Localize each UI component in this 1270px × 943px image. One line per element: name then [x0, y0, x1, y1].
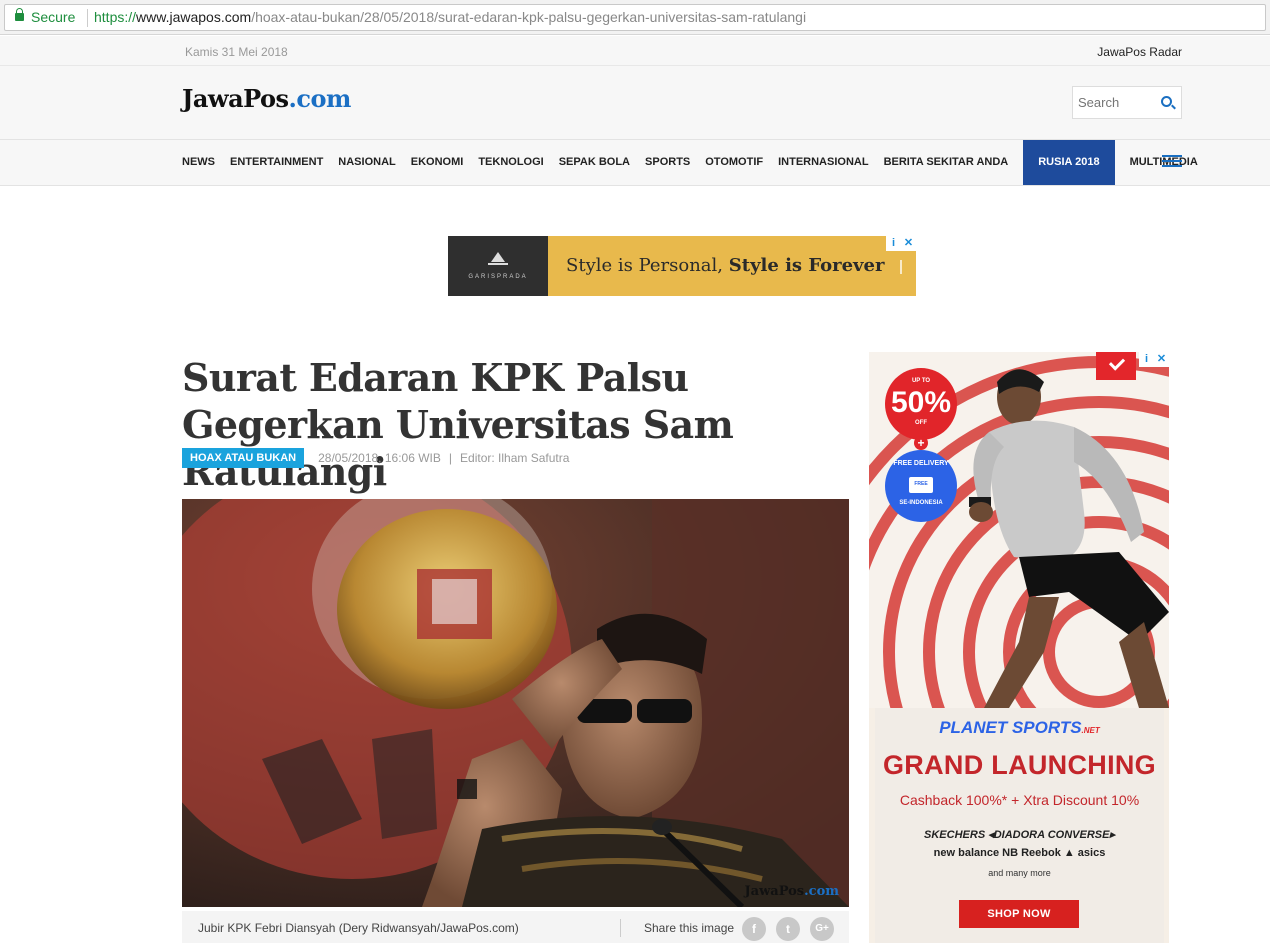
caption-divider [620, 919, 621, 937]
nav-item-entertainment[interactable]: ENTERTAINMENT [230, 140, 323, 185]
search-input[interactable] [1073, 87, 1153, 118]
category-tag[interactable]: HOAX ATAU BUKAN [182, 448, 305, 468]
nav-item-ekonomi[interactable]: EKONOMI [411, 140, 464, 185]
site-logo[interactable]: JawaPos.com [182, 84, 351, 113]
side-ad-info-icon[interactable]: i [1139, 352, 1154, 367]
main-nav: NEWS ENTERTAINMENT NASIONAL EKONOMI TEKN… [0, 140, 1270, 186]
article-datetime: 28/05/2018, 16:06 WIB [318, 451, 441, 465]
lock-icon [15, 8, 24, 21]
banner-ad[interactable]: GARISPRADA Style is Personal, Style is F… [448, 236, 916, 296]
article-photo[interactable]: JawaPos.com [182, 499, 849, 907]
article-photo-image [182, 499, 849, 907]
brand-logos-row-1: SKECHERS ◂DIADORA CONVERSE▸ [924, 829, 1115, 841]
photo-watermark-main: JawaPos [744, 884, 805, 899]
nav-list: NEWS ENTERTAINMENT NASIONAL EKONOMI TEKN… [182, 140, 1213, 185]
side-ad-close-icon[interactable]: ✕ [1154, 352, 1169, 367]
nav-item-otomotif[interactable]: OTOMOTIF [705, 140, 763, 185]
current-date: Kamis 31 Mei 2018 [185, 45, 288, 59]
free-delivery-text: FREE DELIVERY [893, 460, 949, 467]
browser-url-bar: Secure https://www.jawapos.com/hoax-atau… [0, 0, 1270, 35]
check-badge-icon [1096, 352, 1136, 380]
discount-badge: UP TO 50% OFF [885, 368, 957, 440]
share-label: Share this image [644, 921, 735, 935]
garisprada-logo-icon [488, 252, 508, 268]
banner-arrow-icon [900, 260, 910, 274]
ad-close-icon[interactable]: ✕ [901, 236, 916, 251]
banner-slogan: Style is Personal, Style is Forever [566, 255, 884, 276]
twitter-share-icon[interactable]: t [776, 917, 800, 941]
nav-item-sports[interactable]: SPORTS [645, 140, 690, 185]
planet-sports-logo: PLANET SPORTS.NET [875, 718, 1164, 738]
truck-label: FREE [914, 481, 928, 487]
banner-brand-block: GARISPRADA [448, 236, 548, 296]
logo-main: JawaPos [182, 84, 289, 113]
promo-subline: Cashback 100%* + Xtra Discount 10% [899, 792, 1140, 808]
side-ad-promo: PLANET SPORTS.NET GRAND LAUNCHING Cashba… [875, 708, 1164, 943]
ad-info-icon[interactable]: i [886, 236, 901, 251]
menu-icon[interactable] [1162, 155, 1182, 169]
search-box [1072, 86, 1182, 119]
planet-sports-logo-main: PLANET SPORTS [939, 718, 1082, 737]
banner-brand-name: GARISPRADA [468, 274, 528, 280]
nav-item-news[interactable]: NEWS [182, 140, 215, 185]
article-editor: Editor: Ilham Safutra [460, 451, 570, 465]
and-more-text: and many more [988, 868, 1051, 878]
photo-caption-bar: Jubir KPK Febri Diansyah (Dery Ridwansya… [182, 911, 849, 943]
url-host: www.jawapos.com [136, 9, 252, 25]
nav-item-nasional[interactable]: NASIONAL [338, 140, 395, 185]
nav-item-sepak-bola[interactable]: SEPAK BOLA [559, 140, 630, 185]
brand-logos-row-2: new balance NB Reebok ▲ asics [933, 847, 1106, 859]
top-strip: Kamis 31 Mei 2018 JawaPos Radar [0, 36, 1270, 66]
url-text[interactable]: https://www.jawapos.com/hoax-atau-bukan/… [94, 9, 806, 25]
nav-item-internasional[interactable]: INTERNASIONAL [778, 140, 868, 185]
banner-slogan-part1: Style is Personal, [566, 255, 729, 276]
article-meta: HOAX ATAU BUKAN 28/05/2018, 16:06 WIB | … [182, 448, 569, 468]
truck-icon: FREE [909, 477, 933, 493]
url-scheme: https:// [94, 9, 137, 25]
logo-suffix: .com [288, 84, 352, 113]
nav-item-berita-sekitar-anda[interactable]: BERITA SEKITAR ANDA [884, 140, 1009, 185]
search-icon[interactable] [1161, 96, 1172, 107]
radar-link[interactable]: JawaPos Radar [1097, 45, 1182, 59]
site-header: JawaPos.com [0, 66, 1270, 140]
article-title: Surat Edaran KPK Palsu Gegerkan Universi… [182, 355, 734, 494]
nav-item-teknologi[interactable]: TEKNOLOGI [478, 140, 543, 185]
meta-separator: | [448, 451, 453, 465]
photo-caption: Jubir KPK Febri Diansyah (Dery Ridwansya… [198, 921, 519, 935]
side-ad-visual: i ✕ UP TO 50% OFF + FREE DELIVERY FREE S… [869, 352, 1169, 708]
free-delivery-badge: FREE DELIVERY FREE SE-INDONESIA [885, 450, 957, 522]
shop-now-button[interactable]: SHOP NOW [959, 900, 1079, 928]
facebook-share-icon[interactable]: f [742, 917, 766, 941]
google-plus-share-icon[interactable]: G+ [810, 917, 834, 941]
promo-headline: GRAND LAUNCHING [883, 750, 1156, 780]
discount-upto: UP TO [911, 378, 931, 384]
se-indonesia-text: SE-INDONESIA [899, 500, 943, 506]
planet-sports-logo-suffix: .NET [1081, 726, 1100, 735]
secure-label: Secure [31, 9, 76, 25]
banner-slogan-part2: Style is Forever [728, 255, 885, 276]
url-path: /hoax-atau-bukan/28/05/2018/surat-edaran… [251, 9, 807, 25]
photo-watermark-suffix: .com [804, 884, 839, 899]
discount-percent: 50% [890, 386, 952, 419]
side-ad[interactable]: i ✕ UP TO 50% OFF + FREE DELIVERY FREE S… [869, 352, 1169, 943]
url-divider [87, 9, 88, 27]
address-bar[interactable]: Secure https://www.jawapos.com/hoax-atau… [4, 4, 1266, 31]
plus-icon: + [914, 436, 928, 450]
nav-item-rusia-2018[interactable]: RUSIA 2018 [1023, 140, 1115, 185]
discount-off: OFF [915, 420, 927, 426]
photo-watermark: JawaPos.com [745, 884, 839, 899]
